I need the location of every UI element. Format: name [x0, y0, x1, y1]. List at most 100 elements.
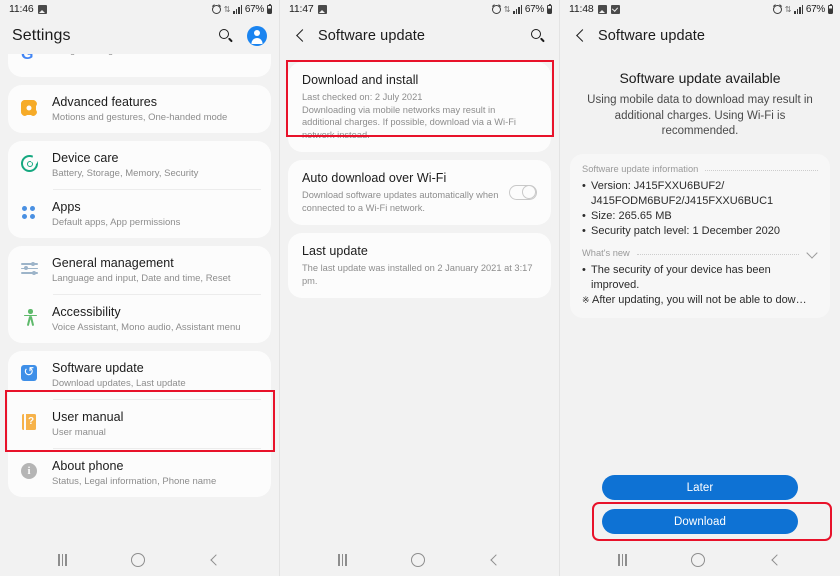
- auto-download-toggle[interactable]: [509, 184, 537, 200]
- status-time: 11:46: [9, 3, 34, 15]
- status-bar-left-2: 11:47: [289, 3, 327, 15]
- sidebar-item-software-update[interactable]: Software update Download updates, Last u…: [8, 351, 271, 399]
- google-icon: G: [21, 54, 34, 63]
- battery-percent: 67%: [244, 3, 264, 15]
- update-available-heading: Software update available: [619, 70, 781, 86]
- dotted-divider: [636, 253, 799, 255]
- sidebar-item-subtitle: Status, Legal information, Phone name: [52, 476, 217, 487]
- recent-apps-icon[interactable]: [618, 554, 627, 566]
- appbar-software-update: Software update: [280, 18, 559, 54]
- settings-list[interactable]: G Google settings Advanced features Moti…: [0, 54, 279, 544]
- sidebar-item-user-manual[interactable]: User manual User manual: [8, 400, 271, 448]
- back-chevron-icon[interactable]: [572, 27, 590, 45]
- sidebar-item-general-management[interactable]: General management Language and input, D…: [8, 246, 271, 294]
- battery-percent: 67%: [524, 3, 544, 15]
- bullet-security-patch: Security patch level: 1 December 2020: [582, 224, 818, 239]
- whats-new-label: What's new: [582, 247, 630, 258]
- panel-software-update: 11:47 ⇅ 67% Software update Download and…: [280, 0, 560, 576]
- status-bar-3: 11:48 ⇅ 67%: [560, 0, 840, 18]
- card-general-accessibility: General management Language and input, D…: [8, 246, 271, 343]
- sidebar-item-google-settings[interactable]: G Google settings: [8, 54, 271, 77]
- navbar-3: [560, 544, 840, 576]
- sliders-icon: [18, 258, 42, 280]
- card-download-install: Download and install Last checked on: 2 …: [288, 62, 551, 152]
- download-and-install-title: Download and install: [302, 73, 419, 87]
- three-panel-screenshot: 11:46 ⇅ 67% Settings G Advanced features…: [0, 0, 840, 576]
- search-icon[interactable]: [529, 27, 547, 45]
- alarm-icon: [492, 4, 502, 14]
- appbar-update-available: Software update: [560, 18, 840, 54]
- later-button[interactable]: Later: [602, 475, 798, 500]
- signal-icon: [513, 4, 523, 14]
- panel-update-available: 11:48 ⇅ 67% Software update Software upd…: [560, 0, 840, 576]
- page-title: Settings: [12, 27, 71, 44]
- sidebar-item-advanced-features[interactable]: Advanced features Motions and gestures, …: [8, 85, 271, 133]
- sync-icon: ⇅: [503, 4, 511, 14]
- card-devicecare-apps: Device care Battery, Storage, Memory, Se…: [8, 141, 271, 238]
- whats-new-note: After updating, you will not be able to …: [582, 293, 818, 308]
- battery-icon: [266, 3, 272, 14]
- alarm-icon: [773, 4, 783, 14]
- page-title: Software update: [598, 28, 706, 44]
- whats-new-header[interactable]: What's new: [582, 247, 818, 260]
- home-icon[interactable]: [410, 553, 425, 567]
- photo-icon: [597, 4, 607, 14]
- photo-icon: [317, 4, 327, 14]
- recent-apps-icon[interactable]: [58, 554, 67, 566]
- status-bar-left-3: 11:48: [569, 3, 620, 15]
- update-header: Software update available Using mobile d…: [560, 54, 840, 140]
- update-action-buttons: Later Download: [560, 475, 840, 541]
- sidebar-item-title: Accessibility: [52, 305, 121, 319]
- sidebar-item-subtitle: Voice Assistant, Mono audio, Assistant m…: [52, 322, 241, 333]
- status-bar-1: 11:46 ⇅ 67%: [0, 0, 279, 18]
- auto-download-desc: Download software updates automatically …: [302, 190, 499, 213]
- bullet-security-improved: The security of your device has been imp…: [582, 263, 818, 293]
- home-icon[interactable]: [130, 553, 145, 567]
- status-bar-right-3: ⇅ 67%: [773, 3, 833, 15]
- accessibility-icon: [18, 307, 42, 329]
- sync-icon: ⇅: [223, 4, 231, 14]
- chevron-down-icon[interactable]: [806, 247, 818, 259]
- back-icon[interactable]: [770, 554, 782, 566]
- last-update-desc: The last update was installed on 2 Janua…: [302, 263, 533, 286]
- auto-download-item[interactable]: Auto download over Wi-Fi Download softwa…: [288, 160, 551, 225]
- account-avatar[interactable]: [247, 26, 267, 46]
- back-icon[interactable]: [209, 554, 221, 566]
- download-button-wrapper: Download: [572, 502, 832, 541]
- sidebar-item-about-phone[interactable]: About phone Status, Legal information, P…: [8, 449, 271, 497]
- home-icon[interactable]: [691, 553, 706, 567]
- sidebar-item-subtitle: Language and input, Date and time, Reset: [52, 273, 231, 284]
- status-bar-2: 11:47 ⇅ 67%: [280, 0, 559, 18]
- last-update-title: Last update: [302, 244, 368, 258]
- navbar-2: [280, 544, 559, 576]
- recent-apps-icon[interactable]: [338, 554, 347, 566]
- sidebar-item-accessibility[interactable]: Accessibility Voice Assistant, Mono audi…: [8, 295, 271, 343]
- back-icon[interactable]: [489, 554, 501, 566]
- bullet-version-continued: J415FODM6BUF2/J415FXXU6BUC1: [591, 194, 774, 207]
- bullet-size: Size: 265.65 MB: [582, 209, 818, 224]
- gear-icon: [18, 97, 42, 119]
- battery-percent: 67%: [805, 3, 825, 15]
- update-info-bullets: Version: J415FXXU6BUF2/ J415FODM6BUF2/J4…: [582, 179, 818, 239]
- sidebar-item-device-care[interactable]: Device care Battery, Storage, Memory, Se…: [8, 141, 271, 189]
- device-care-icon: [18, 153, 42, 175]
- update-available-subheading: Using mobile data to download may result…: [587, 94, 813, 137]
- update-info-card: Software update information Version: J41…: [570, 153, 830, 318]
- software-update-information-header: Software update information: [582, 163, 818, 176]
- sidebar-item-apps[interactable]: Apps Default apps, App permissions: [8, 190, 271, 238]
- sidebar-item-subtitle: Motions and gestures, One-handed mode: [52, 112, 228, 123]
- card-last-update: Last update The last update was installe…: [288, 233, 551, 298]
- software-update-content: Download and install Last checked on: 2 …: [280, 54, 559, 544]
- card-auto-download: Auto download over Wi-Fi Download softwa…: [288, 160, 551, 225]
- last-update-item[interactable]: Last update The last update was installe…: [288, 233, 551, 298]
- status-time: 11:48: [569, 3, 594, 15]
- sidebar-item-subtitle: Default apps, App permissions: [52, 217, 181, 228]
- download-button[interactable]: Download: [602, 509, 798, 534]
- download-and-install-item[interactable]: Download and install Last checked on: 2 …: [288, 62, 551, 152]
- search-icon[interactable]: [217, 27, 235, 45]
- signal-icon: [794, 4, 804, 14]
- signal-icon: [233, 4, 243, 14]
- battery-icon: [546, 3, 552, 14]
- download-warning-text: Downloading via mobile networks may resu…: [302, 104, 516, 140]
- back-chevron-icon[interactable]: [292, 27, 310, 45]
